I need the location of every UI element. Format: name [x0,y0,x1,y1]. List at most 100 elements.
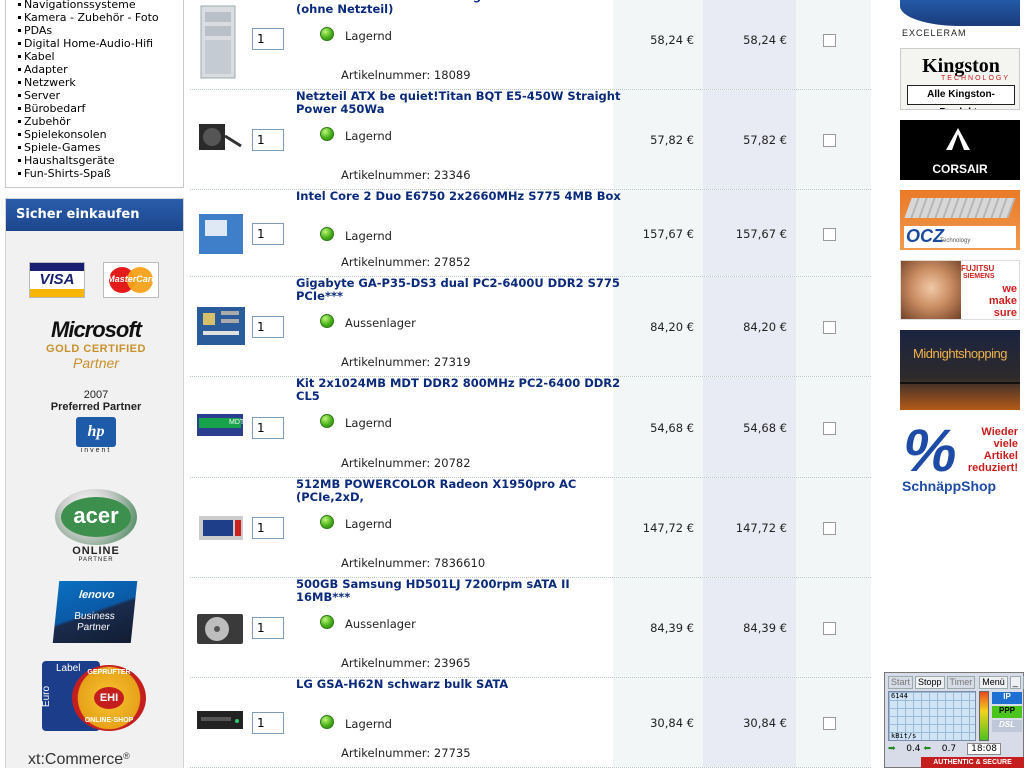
lenovo-business-partner-logo: lenovo Business Partner [52,581,138,643]
dsl-stop-button[interactable]: Stopp [915,676,945,689]
quantity-input[interactable] [252,617,284,639]
product-name-link[interactable]: Kit 2x1024MB MDT DDR2 800MHz PC2-6400 DD… [296,377,626,403]
product-name-link[interactable]: 500GB Samsung HD501LJ 7200rpm sATA II 16… [296,578,626,604]
product-image[interactable] [195,699,247,750]
nav-category-link[interactable]: Spielekonsolen [6,128,183,141]
remove-item-checkbox[interactable] [823,522,836,535]
remove-item-checkbox[interactable] [823,34,836,47]
microsoft-gold-partner-logo: Microsoft GOLD CERTIFIED Partner [46,317,146,371]
product-image[interactable] [195,4,247,83]
dsl-ppp-badge: PPP [992,706,1022,718]
upload-arrow-icon: ⬅ [923,744,932,754]
product-name-link[interactable]: Gigabyte GA-P35-DS3 dual PC2-6400U DDR2 … [296,277,626,303]
remove-item-checkbox[interactable] [823,134,836,147]
dsl-minimize-button[interactable]: _ [1009,676,1021,689]
percent-icon: % [900,420,964,484]
stock-status-icon [320,127,334,141]
xt-commerce-logo: xt:Commerce® [28,751,130,768]
unit-price: 58,24 € [650,33,694,47]
schnappshop-banner[interactable]: % Wieder viele Artikel reduziert! SchnäppSh… [900,420,1020,498]
remove-item-checkbox[interactable] [823,717,836,730]
article-number: Artikelnummer: 23346 [341,168,471,182]
total-price: 84,39 € [743,621,787,635]
dsl-dsl-badge: DSL [992,720,1022,732]
nav-category-link[interactable]: Haushaltsgeräte [6,154,183,167]
nav-category-link[interactable]: Bürobedarf [6,102,183,115]
quantity-input[interactable] [252,28,284,50]
nav-category-link[interactable]: Kamera - Zubehör - Foto [6,11,183,24]
article-number: Artikelnummer: 20782 [341,456,471,470]
nav-category-link[interactable]: Kabel [6,50,183,63]
product-image[interactable] [195,303,247,354]
product-name-link[interactable]: Netzteil ATX be quiet!Titan BQT E5-450W … [296,90,626,116]
product-image[interactable] [195,604,247,655]
unit-price: 30,84 € [650,716,694,730]
remove-item-checkbox[interactable] [823,321,836,334]
product-name-link[interactable]: ATX Midi Thermaltake Swing VB6000SWS sil… [296,0,626,16]
stock-status-icon [320,515,334,529]
stock-status-icon [320,615,334,629]
remove-item-checkbox[interactable] [823,228,836,241]
product-name-link[interactable]: LG GSA-H62N schwarz bulk SATA [296,678,626,691]
dsl-monitor-widget: Start Stopp Timer Menü _ × 6144 kBit/s I… [884,672,1024,768]
nav-category-link[interactable]: Digital Home-Audio-Hifi [6,37,183,50]
nav-category-link[interactable]: Netzwerk [6,76,183,89]
total-price: 54,68 € [743,421,787,435]
exceleram-banner[interactable]: EXCELERAM [900,0,1020,40]
nav-category-link[interactable]: Navigationssysteme [6,0,183,11]
remove-item-checkbox[interactable] [823,422,836,435]
total-price: 57,82 € [743,133,787,147]
download-arrow-icon: ➡ [888,744,896,754]
unit-price: 84,39 € [650,621,694,635]
dsl-level-meter [979,691,989,741]
article-number: Artikelnummer: 7836610 [341,556,486,570]
cart-product-row: ATX Midi Thermaltake Swing VB6000SWS sil… [190,0,871,90]
article-number: Artikelnummer: 27852 [341,255,471,269]
cart-product-row: MDT Kit 2x1024MB MDT DDR2 800MHz PC2-6400… [190,377,871,478]
stock-status-icon [320,715,334,729]
dsl-menu-button[interactable]: Menü [979,676,1008,689]
quantity-input[interactable] [252,129,284,151]
product-image[interactable] [195,504,247,555]
remove-item-checkbox[interactable] [823,622,836,635]
total-price: 30,84 € [743,716,787,730]
dsl-timer-button[interactable]: Timer [946,676,976,689]
fujitsu-siemens-banner[interactable]: FUJITSU SIEMENS we make sure [900,260,1020,320]
authentic-secure-tag: AUTHENTIC & SECURE [921,757,1024,768]
unit-price: 54,68 € [650,421,694,435]
nav-category-link[interactable]: Fun-Shirts-Spaß [6,167,183,180]
corsair-banner[interactable]: CORSAIR [900,120,1020,180]
ocz-banner[interactable]: OCZ Technology [900,190,1020,250]
acer-online-partner-logo: acer ONLINE PARTNER [51,489,141,563]
nav-category-link[interactable]: PDAs [6,24,183,37]
product-image[interactable]: MDT [195,404,247,455]
stock-status-icon [320,227,334,241]
cart-product-row: LG GSA-H62N schwarz bulk SATA Lagernd Arti… [190,678,871,768]
nav-category-link[interactable]: Zubehör [6,115,183,128]
stock-status-text: Lagernd [345,29,392,43]
svg-text:MDT: MDT [229,419,245,426]
nav-category-link[interactable]: Server [6,89,183,102]
nav-category-link[interactable]: Adapter [6,63,183,76]
dsl-start-button[interactable]: Start [888,676,914,689]
quantity-input[interactable] [252,517,284,539]
smiling-woman-photo [901,261,961,319]
product-name-link[interactable]: Intel Core 2 Duo E6750 2x2660MHz S775 4M… [296,190,626,203]
product-image[interactable] [195,116,247,167]
stock-status-text: Lagernd [345,129,392,143]
quantity-input[interactable] [252,316,284,338]
quantity-input[interactable] [252,712,284,734]
total-price: 147,72 € [735,521,787,535]
cart-product-row: Netzteil ATX be quiet!Titan BQT E5-450W … [190,90,871,190]
quantity-input[interactable] [252,417,284,439]
stock-status-text: Lagernd [345,229,392,243]
kingston-banner[interactable]: Kingston TECHNOLOGY Alle Kingston-Produk… [900,48,1020,110]
unit-price: 84,20 € [650,320,694,334]
unit-price: 57,82 € [650,133,694,147]
nav-category-link[interactable]: Spiele-Games [6,141,183,154]
cart-product-row: Intel Core 2 Duo E6750 2x2660MHz S775 4M… [190,190,871,277]
product-name-link[interactable]: 512MB POWERCOLOR Radeon X1950pro AC (PCI… [296,478,626,504]
quantity-input[interactable] [252,223,284,245]
midnightshopping-banner[interactable]: Midnightshopping [900,330,1020,410]
product-image[interactable] [195,210,247,261]
